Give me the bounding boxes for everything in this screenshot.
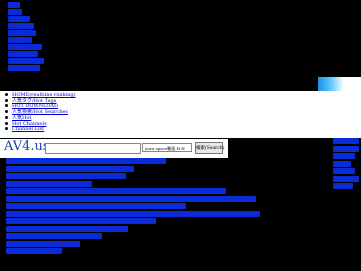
search-button[interactable]: 検索(Search) [195,142,225,154]
result-link[interactable] [6,218,156,224]
side-link[interactable] [333,183,353,189]
logo-text: AV4 [4,139,31,154]
result-link[interactable] [6,195,256,202]
bullet-icon [5,110,8,114]
bullet-icon [5,93,8,96]
result-link[interactable] [6,188,226,194]
main-nav: HOME(realtime ranking) 人気タグ/Hot Tags HOT… [0,91,361,138]
top-link[interactable] [8,16,30,22]
nav-link[interactable]: Channel List [12,126,44,132]
top-link[interactable] [8,37,32,43]
result-link[interactable] [6,225,128,232]
bullet-icon [5,121,8,125]
top-link[interactable] [8,23,34,29]
bullet-icon [5,127,8,131]
search-scope-select[interactable]: yuru space動画 H H [142,143,192,152]
nav-item-channel-list[interactable]: Channel List [5,126,361,133]
side-link[interactable] [333,138,359,144]
top-link-list [8,2,48,72]
top-link[interactable] [8,30,36,36]
result-list [6,158,260,256]
top-link[interactable] [8,2,20,8]
side-link[interactable] [333,175,359,182]
result-link[interactable] [6,248,62,254]
top-link[interactable] [8,65,40,71]
search-input[interactable] [45,143,141,154]
bullet-icon [5,115,8,119]
bullet-icon [5,98,8,102]
result-link[interactable] [6,158,166,164]
site-logo[interactable]: AV4.us [4,140,50,154]
side-link-list [333,138,359,191]
result-link[interactable] [6,203,186,209]
top-link[interactable] [8,58,44,64]
side-link[interactable] [333,168,355,174]
side-link[interactable] [333,160,351,167]
result-link[interactable] [6,173,126,179]
side-link[interactable] [333,153,355,159]
side-link[interactable] [333,145,359,152]
top-link[interactable] [8,44,42,50]
result-link[interactable] [6,240,80,247]
bullet-icon [5,104,8,108]
result-link[interactable] [6,180,92,187]
banner-logo[interactable] [318,77,361,91]
top-link[interactable] [8,9,22,15]
result-link[interactable] [6,165,134,172]
result-link[interactable] [6,210,260,217]
top-link[interactable] [8,51,38,57]
result-link[interactable] [6,233,102,239]
